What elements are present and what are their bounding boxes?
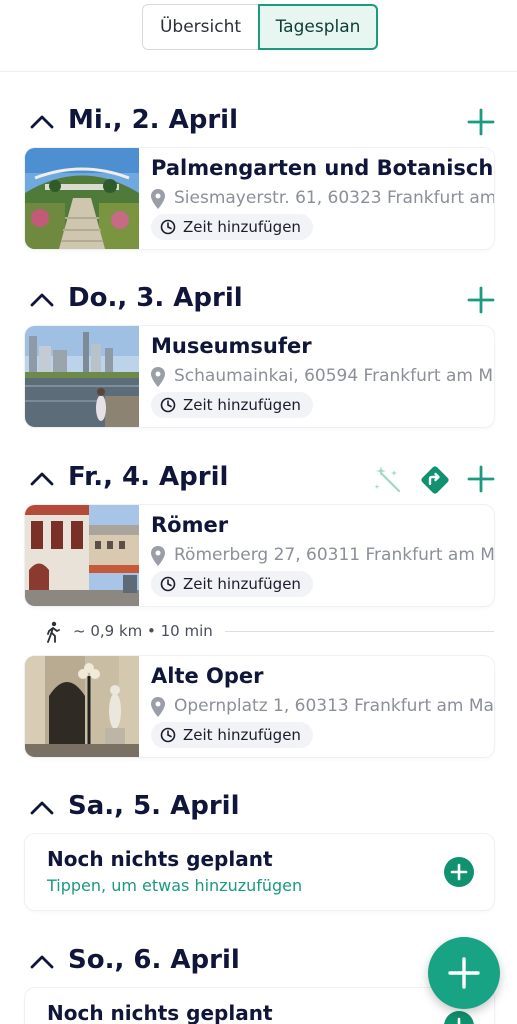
empty-day-hint: Tippen, um etwas hinzuzufügen (47, 876, 303, 895)
plus-icon[interactable] (466, 107, 496, 137)
clock-icon (160, 576, 176, 592)
map-pin-icon (151, 189, 165, 209)
place-card[interactable]: Alte Oper Opernplatz 1, 60313 Frankfurt … (25, 656, 494, 757)
map-pin-icon (151, 697, 165, 717)
place-name: Museumsufer (151, 334, 312, 358)
walking-icon (47, 621, 60, 643)
place-name: Alte Oper (151, 664, 264, 688)
view-switcher-bar: Übersicht Tagesplan (0, 0, 517, 72)
add-time-button[interactable]: Zeit hinzufügen (151, 214, 313, 240)
empty-day-card[interactable]: Noch nichts geplant (25, 988, 494, 1024)
add-place-button[interactable] (444, 1011, 474, 1024)
place-card[interactable]: Museumsufer Schaumainkai, 60594 Frankfur… (25, 326, 494, 427)
day-header[interactable]: Fr., 4. April (0, 459, 517, 499)
place-name: Palmengarten und Botanischer Garten (151, 156, 494, 180)
place-name: Römer (151, 513, 229, 537)
add-fab-button[interactable] (428, 937, 500, 1009)
travel-distance-time: ~ 0,9 km • 10 min (73, 622, 213, 640)
add-place-button[interactable] (444, 857, 474, 887)
tab-day-plan[interactable]: Tagesplan (258, 4, 378, 50)
map-pin-icon (151, 546, 165, 566)
place-address: Opernplatz 1, 60313 Frankfurt am Main (174, 696, 494, 716)
chevron-up-icon[interactable] (30, 798, 54, 818)
chevron-up-icon[interactable] (30, 952, 54, 972)
place-address-row: Römerberg 27, 60311 Frankfurt am Main (151, 544, 494, 568)
add-time-button[interactable]: Zeit hinzufügen (151, 571, 313, 597)
place-address-row: Schaumainkai, 60594 Frankfurt am Main (151, 365, 494, 389)
place-address: Siesmayerstr. 61, 60323 Frankfurt am Mai… (174, 188, 494, 208)
chevron-up-icon[interactable] (30, 112, 54, 132)
place-address: Schaumainkai, 60594 Frankfurt am Main (174, 366, 494, 386)
day-title: So., 6. April (68, 945, 240, 975)
day-title: Do., 3. April (68, 283, 243, 313)
place-photo (25, 656, 139, 757)
place-card[interactable]: Palmengarten und Botanischer Garten Sies… (25, 148, 494, 249)
directions-icon[interactable] (419, 464, 451, 496)
place-address: Römerberg 27, 60311 Frankfurt am Main (174, 545, 494, 565)
add-time-label: Zeit hinzufügen (183, 726, 301, 744)
place-photo (25, 505, 139, 606)
chevron-up-icon[interactable] (30, 469, 54, 489)
plus-icon[interactable] (466, 464, 496, 494)
clock-icon (160, 397, 176, 413)
add-time-label: Zeit hinzufügen (183, 218, 301, 236)
day-title: Sa., 5. April (68, 791, 240, 821)
divider (225, 631, 494, 632)
clock-icon (160, 219, 176, 235)
add-time-label: Zeit hinzufügen (183, 575, 301, 593)
travel-segment: ~ 0,9 km • 10 min (45, 620, 494, 644)
place-photo (25, 326, 139, 427)
chevron-up-icon[interactable] (30, 290, 54, 310)
add-time-label: Zeit hinzufügen (183, 396, 301, 414)
day-title: Mi., 2. April (68, 105, 238, 135)
plus-icon (457, 1017, 461, 1024)
add-time-button[interactable]: Zeit hinzufügen (151, 392, 313, 418)
clock-icon (160, 727, 176, 743)
empty-day-title: Noch nichts geplant (47, 1001, 273, 1024)
tab-overview[interactable]: Übersicht (142, 4, 258, 50)
day-title: Fr., 4. April (68, 462, 229, 492)
plus-icon[interactable] (466, 285, 496, 315)
place-address-row: Siesmayerstr. 61, 60323 Frankfurt am Mai… (151, 187, 494, 211)
plus-icon (450, 863, 468, 881)
map-pin-icon (151, 367, 165, 387)
day-header[interactable]: Sa., 5. April (0, 788, 517, 828)
empty-day-title: Noch nichts geplant (47, 847, 273, 871)
place-address-row: Opernplatz 1, 60313 Frankfurt am Main (151, 695, 494, 719)
magic-wand-icon[interactable] (372, 464, 404, 496)
place-photo (25, 148, 139, 249)
day-header[interactable]: Do., 3. April (0, 280, 517, 320)
empty-day-card[interactable]: Noch nichts geplant Tippen, um etwas hin… (25, 834, 494, 910)
plus-icon (448, 957, 480, 989)
place-card[interactable]: Römer Römerberg 27, 60311 Frankfurt am M… (25, 505, 494, 606)
day-header[interactable]: Mi., 2. April (0, 102, 517, 142)
add-time-button[interactable]: Zeit hinzufügen (151, 722, 313, 748)
view-segmented-control: Übersicht Tagesplan (142, 4, 378, 50)
